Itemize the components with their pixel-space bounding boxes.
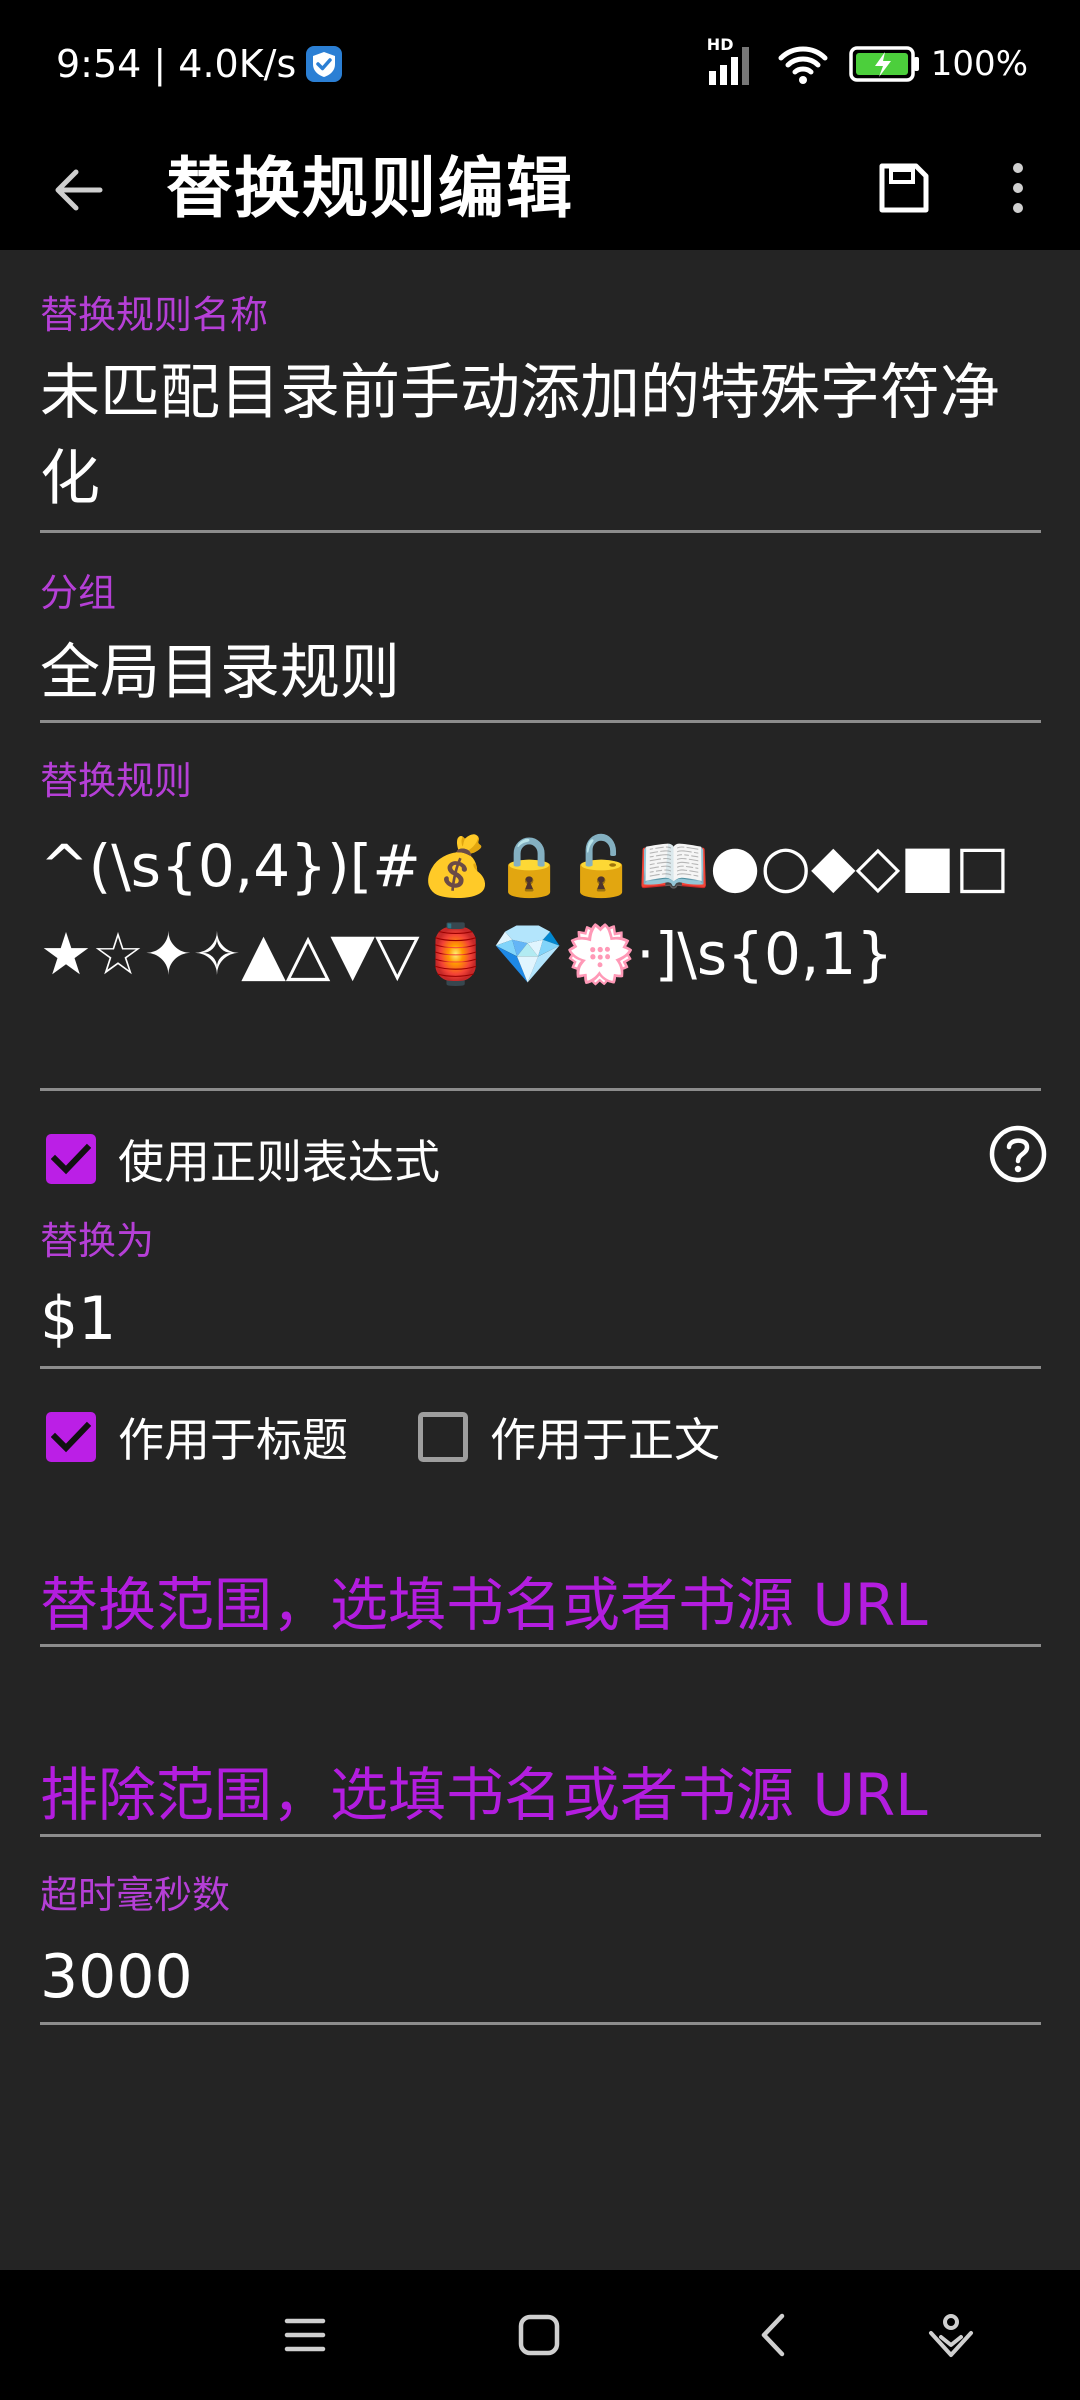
back-button[interactable] [38,150,118,230]
replacement-label: 替换为 [40,1219,155,1263]
status-bar: 9:54 | 4.0K/s HD 100% [0,0,1080,128]
pattern-input[interactable]: ^(\s{0,4})[#💰🔒🔓📖●○◆◇■□★☆✦✧▲△▼▽🏮💎💮·]\s{0,… [40,822,1040,998]
replacement-underline [40,1366,1041,1369]
nav-back-button[interactable] [738,2300,808,2370]
battery-percent: 100% [930,44,1028,84]
help-circle-icon [989,1125,1047,1183]
status-right: HD 100% [707,35,1028,92]
exclude-input[interactable]: 排除范围，选填书名或者书源 URL [40,1748,1040,1832]
page-title: 替换规则编辑 [166,150,574,227]
menu-icon [284,2318,326,2352]
name-underline [40,530,1041,533]
shield-check-icon [306,46,343,82]
apply-content-label: 作用于正文 [490,1413,720,1467]
timeout-underline [40,2022,1041,2025]
status-left: 9:54 | 4.0K/s [56,36,344,92]
timeout-input[interactable]: 3000 [40,1934,1040,2020]
more-vertical-icon [1013,163,1023,213]
check-icon [51,1143,91,1175]
home-square-icon [518,2314,560,2356]
nav-menu-button[interactable] [270,2300,340,2370]
scope-input[interactable]: 替换范围，选填书名或者书源 URL [40,1558,1040,1642]
apply-title-checkbox[interactable] [46,1412,96,1462]
use-regex-checkbox[interactable] [46,1134,96,1184]
group-input[interactable]: 全局目录规则 [40,630,1040,716]
wifi-icon [778,46,828,84]
timeout-label: 超时毫秒数 [40,1873,231,1917]
apply-title-label: 作用于标题 [118,1413,348,1467]
use-regex-row[interactable]: 使用正则表达式 [46,1124,440,1194]
replacement-input[interactable]: $1 [40,1276,1040,1362]
exclude-underline [40,1834,1041,1837]
regex-help-button[interactable] [988,1124,1048,1184]
use-regex-label: 使用正则表达式 [118,1135,440,1189]
save-button[interactable] [862,146,946,230]
group-underline [40,720,1041,723]
signal-icon: HD [707,35,757,87]
scope-underline [40,1644,1041,1647]
name-input[interactable]: 未匹配目录前手动添加的特殊字符净化 [40,350,1040,522]
arrow-left-icon [55,169,103,211]
system-nav-bar [0,2270,1080,2400]
battery-charging-icon [849,46,919,82]
apply-content-row[interactable]: 作用于正文 [418,1402,720,1472]
app-toolbar: 替换规则编辑 [0,128,1080,250]
status-time-speed: 9:54 | 4.0K/s [56,42,297,86]
nav-home-button[interactable] [504,2300,574,2370]
save-icon [879,163,929,213]
name-label: 替换规则名称 [40,293,269,337]
apply-title-row[interactable]: 作用于标题 [46,1402,348,1472]
pattern-label: 替换规则 [40,759,193,803]
assistant-icon [929,2314,973,2357]
more-options-button[interactable] [990,146,1046,230]
chevron-left-icon [761,2313,785,2357]
pattern-underline [40,1088,1041,1091]
check-icon [51,1421,91,1453]
apply-content-checkbox[interactable] [418,1412,468,1462]
group-label: 分组 [40,571,117,615]
nav-assistant-button[interactable] [916,2300,986,2370]
